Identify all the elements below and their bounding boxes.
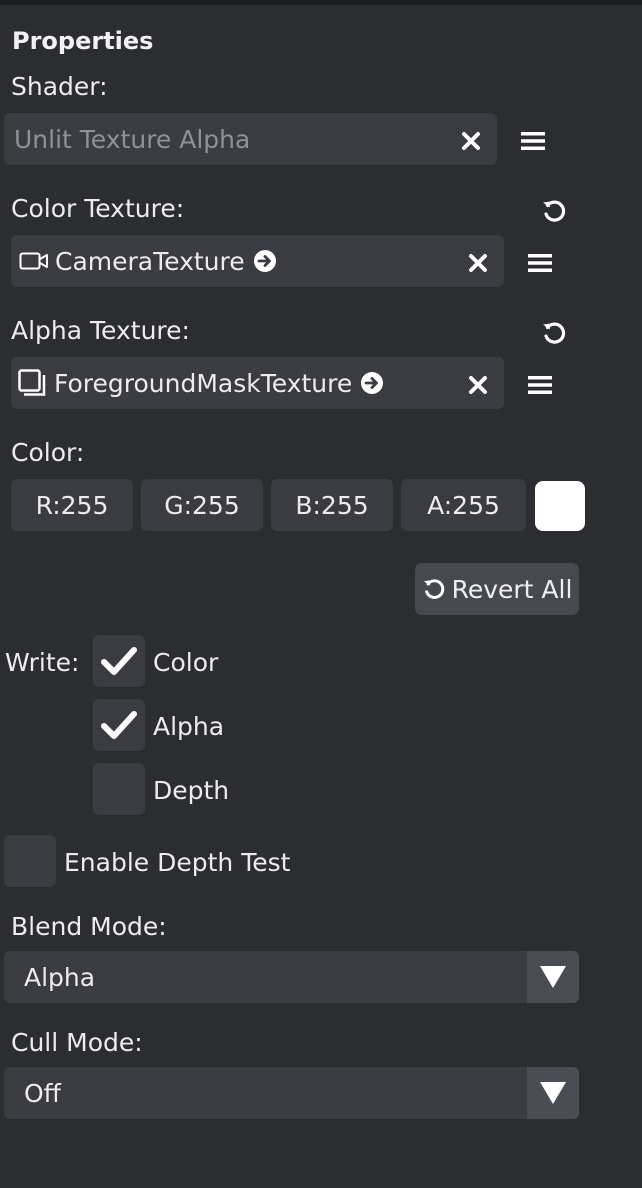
write-label: Write: (5, 648, 80, 677)
color-g-field[interactable]: G:255 (141, 479, 263, 531)
cull-mode-label: Cull Mode: (11, 1028, 143, 1057)
color-b-field[interactable]: B:255 (271, 479, 393, 531)
revert-all-button[interactable]: Revert All (415, 563, 579, 615)
color-texture-value: CameraTexture (55, 246, 245, 276)
shader-value: Unlit Texture Alpha (14, 124, 251, 154)
color-r-field[interactable]: R:255 (11, 479, 133, 531)
undo-icon (423, 579, 444, 599)
blend-mode-dropdown-button[interactable] (527, 951, 579, 1003)
alpha-texture-field[interactable]: ForegroundMaskTexture (11, 357, 504, 409)
undo-icon (543, 200, 566, 222)
color-texture-field[interactable]: CameraTexture (11, 235, 504, 287)
blend-mode-label: Blend Mode: (11, 912, 167, 941)
close-icon (469, 254, 487, 272)
color-swatch[interactable] (535, 481, 585, 531)
write-alpha-label: Alpha (153, 712, 225, 741)
color-texture-clear-button[interactable] (458, 243, 498, 283)
arrow-right-circle-icon (361, 372, 384, 394)
blend-mode-value: Alpha (24, 962, 96, 992)
color-texture-menu-button[interactable] (520, 243, 560, 283)
alpha-texture-reset-button[interactable] (534, 313, 574, 353)
panel-title: Properties (12, 27, 154, 55)
arrow-right-circle-icon (253, 250, 276, 272)
revert-all-label: Revert All (451, 574, 573, 604)
close-icon (469, 376, 487, 394)
video-camera-icon (19, 252, 48, 270)
hamburger-menu-icon (528, 376, 552, 394)
shader-label: Shader: (11, 72, 108, 101)
alpha-texture-value: ForegroundMaskTexture (54, 368, 353, 398)
write-depth-checkbox[interactable] (93, 763, 145, 815)
checkmark-icon (101, 711, 137, 739)
cull-mode-select[interactable]: Off (4, 1067, 579, 1119)
color-texture-label: Color Texture: (11, 194, 185, 223)
stacked-squares-icon (18, 369, 46, 396)
write-color-label: Color (153, 648, 219, 677)
depth-test-checkbox[interactable] (4, 835, 56, 887)
color-texture-reset-button[interactable] (534, 191, 574, 231)
alpha-texture-label: Alpha Texture: (11, 316, 190, 345)
shader-clear-button[interactable] (451, 121, 491, 161)
write-alpha-checkbox[interactable] (93, 699, 145, 751)
triangle-down-icon (540, 966, 566, 988)
write-depth-label: Depth (153, 776, 230, 805)
shader-field[interactable]: Unlit Texture Alpha (4, 113, 497, 165)
checkmark-icon (101, 647, 137, 675)
alpha-texture-clear-button[interactable] (458, 365, 498, 405)
properties-panel: Properties Shader: Unlit Texture Alpha C… (0, 0, 642, 1188)
write-color-checkbox[interactable] (93, 635, 145, 687)
undo-icon (543, 322, 566, 344)
close-icon (462, 132, 480, 150)
color-label: Color: (11, 438, 85, 467)
depth-test-label: Enable Depth Test (64, 848, 291, 877)
alpha-texture-menu-button[interactable] (520, 365, 560, 405)
triangle-down-icon (540, 1082, 566, 1104)
cull-mode-dropdown-button[interactable] (527, 1067, 579, 1119)
shader-menu-button[interactable] (513, 121, 553, 161)
cull-mode-value: Off (24, 1078, 61, 1108)
color-texture-open-button[interactable] (253, 249, 277, 273)
alpha-texture-open-button[interactable] (360, 371, 384, 395)
hamburger-menu-icon (528, 254, 552, 272)
color-a-field[interactable]: A:255 (401, 479, 526, 531)
blend-mode-select[interactable]: Alpha (4, 951, 579, 1003)
hamburger-menu-icon (521, 132, 545, 150)
